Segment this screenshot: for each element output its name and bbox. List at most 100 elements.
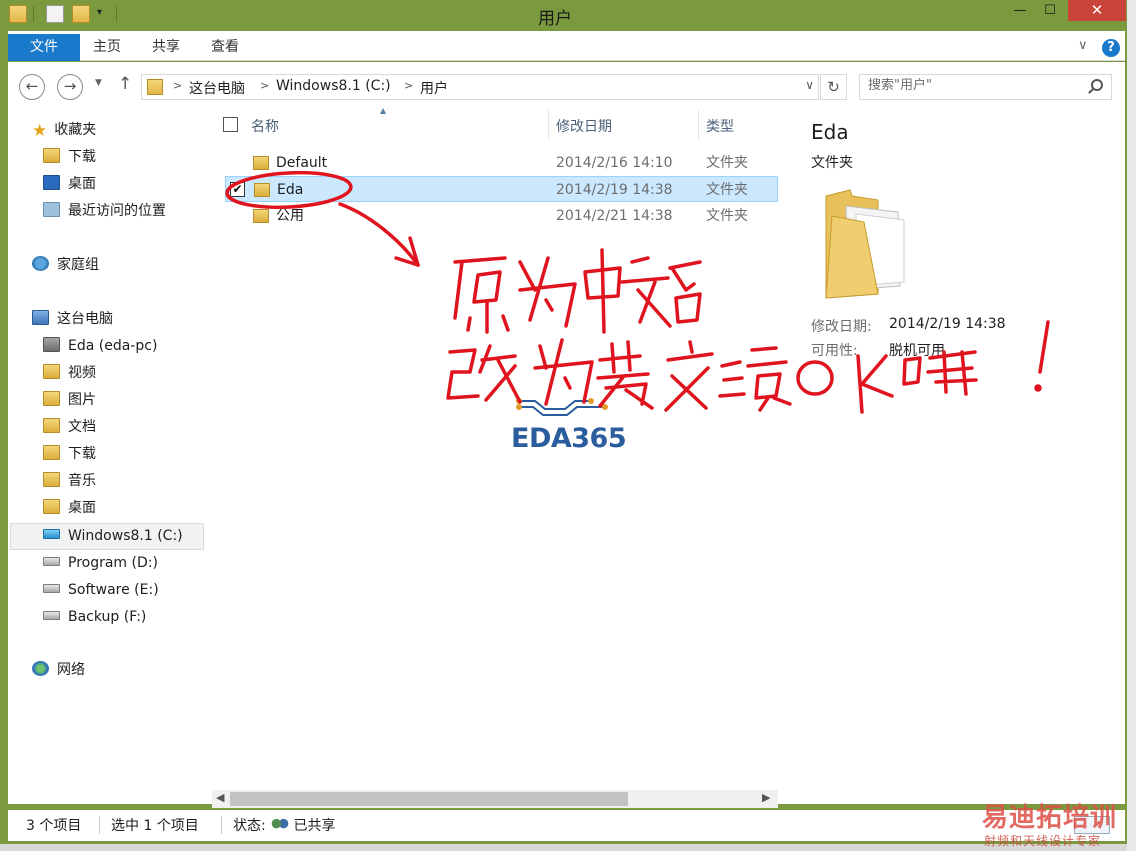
sidebar-item-label: Program (D:) — [68, 555, 158, 571]
search-box[interactable] — [859, 74, 1112, 100]
sidebar-item-label: 最近访问的位置 — [68, 203, 166, 219]
scroll-left-icon[interactable]: ◀ — [216, 791, 224, 804]
sidebar-item-label: 这台电脑 — [57, 311, 113, 327]
navigation-bar: ← → ▼ ↑ > 这台电脑 > Windows8.1 (C:) > 用户 ∨ … — [8, 62, 1125, 110]
divider — [548, 110, 549, 140]
sidebar-item-downloads[interactable]: 下载 — [43, 145, 96, 170]
modified-label: 修改日期: — [811, 319, 872, 335]
maximize-button[interactable]: ☐ — [1035, 0, 1065, 21]
star-icon: ★ — [32, 121, 48, 141]
table-row[interactable]: Default 2014/2/16 14:10 文件夹 — [226, 150, 778, 176]
desktop-icon — [43, 175, 60, 190]
file-type: 文件夹 — [706, 155, 748, 171]
sidebar-item-label: Windows8.1 (C:) — [68, 528, 183, 544]
column-name[interactable]: 名称 — [251, 116, 279, 136]
shared-status-text: 已共享 — [293, 818, 336, 834]
sidebar-item-drive-f[interactable]: Backup (F:) — [43, 605, 146, 630]
help-icon[interactable]: ? — [1102, 39, 1120, 57]
file-type: 文件夹 — [706, 182, 748, 198]
drive-icon — [43, 557, 60, 566]
sidebar-item-videos[interactable]: 视频 — [43, 361, 96, 386]
breadcrumb-separator[interactable]: > — [173, 79, 182, 92]
sidebar-item-drive-c[interactable]: Windows8.1 (C:) — [43, 524, 183, 549]
sidebar-item-label: 音乐 — [68, 473, 96, 489]
tab-share[interactable]: 共享 — [152, 34, 180, 61]
sidebar-item-user-eda[interactable]: Eda (eda-pc) — [43, 334, 157, 359]
file-name: Default — [276, 155, 328, 171]
column-date-modified[interactable]: 修改日期 — [556, 116, 612, 136]
breadcrumb-separator[interactable]: > — [404, 79, 413, 92]
sidebar-item-label: 图片 — [68, 392, 96, 408]
sidebar-item-label: 网络 — [57, 662, 85, 678]
select-all-checkbox[interactable] — [223, 117, 238, 132]
forward-button[interactable]: → — [57, 74, 83, 100]
tab-file[interactable]: 文件 — [8, 34, 80, 61]
navigation-pane: ★ 收藏夹 下载 桌面 最近访问的位置 家庭组 这台电脑 Eda (eda-pc)… — [8, 110, 208, 804]
breadcrumb-this-pc[interactable]: 这台电脑 — [189, 78, 245, 98]
folder-icon — [147, 79, 163, 95]
sidebar-item-desktop[interactable]: 桌面 — [43, 172, 96, 197]
window-title: 用户 — [538, 9, 572, 29]
download-folder-icon — [43, 148, 60, 163]
folder-icon — [253, 209, 269, 223]
scroll-right-icon[interactable]: ▶ — [762, 791, 770, 804]
horizontal-scrollbar[interactable]: ◀ ▶ — [212, 790, 778, 808]
sidebar-item-this-pc[interactable]: 这台电脑 — [32, 307, 113, 332]
sidebar-item-music[interactable]: 音乐 — [43, 469, 96, 494]
sidebar-item-recent-places[interactable]: 最近访问的位置 — [43, 199, 166, 224]
row-checkbox[interactable]: ✔ — [230, 182, 245, 197]
sidebar-item-network[interactable]: 网络 — [32, 658, 85, 683]
sidebar-item-drive-d[interactable]: Program (D:) — [43, 551, 158, 576]
windows-drive-icon — [43, 529, 60, 539]
back-button[interactable]: ← — [19, 74, 45, 100]
tab-home[interactable]: 主页 — [93, 34, 121, 61]
file-list: ▲ 名称 修改日期 类型 Default 2014/2/16 14:10 文件夹… — [208, 106, 780, 808]
sidebar-item-label: 桌面 — [68, 500, 96, 516]
sidebar-item-favorites[interactable]: ★ 收藏夹 — [32, 118, 96, 143]
breadcrumb-users[interactable]: 用户 — [420, 78, 448, 98]
file-name: 公用 — [276, 208, 304, 224]
breadcrumb-separator[interactable]: > — [260, 79, 269, 92]
scrollbar-thumb[interactable] — [230, 792, 628, 806]
watermark-title: 易迪拓培训 — [982, 803, 1118, 833]
tab-view[interactable]: 查看 — [211, 34, 239, 61]
circuit-trace-icon — [516, 398, 608, 416]
sidebar-item-drive-e[interactable]: Software (E:) — [43, 578, 159, 603]
watermark-subtitle: 射频和天线设计专家 — [984, 834, 1102, 848]
file-type: 文件夹 — [706, 208, 748, 224]
divider — [221, 816, 222, 834]
music-folder-icon — [43, 472, 60, 487]
computer-icon — [32, 310, 49, 325]
recent-locations-dropdown-icon[interactable]: ▼ — [95, 78, 102, 88]
sidebar-item-pictures[interactable]: 图片 — [43, 388, 96, 413]
eda365-logo-text: EDA365 — [511, 423, 627, 454]
table-row[interactable]: ✔ Eda 2014/2/19 14:38 文件夹 — [225, 176, 778, 202]
address-bar[interactable]: > 这台电脑 > Windows8.1 (C:) > 用户 ∨ — [141, 74, 819, 100]
sidebar-item-homegroup[interactable]: 家庭组 — [32, 253, 99, 278]
sidebar-item-label: 下载 — [68, 149, 96, 165]
expand-ribbon-icon[interactable]: ∨ — [1078, 38, 1088, 53]
details-name: Eda — [811, 120, 849, 144]
minimize-button[interactable]: — — [1005, 0, 1035, 21]
up-button[interactable]: ↑ — [118, 74, 132, 94]
selected-count: 选中 1 个项目 — [111, 818, 199, 834]
close-button[interactable]: ✕ — [1068, 0, 1126, 21]
search-icon[interactable] — [1091, 79, 1103, 91]
column-type[interactable]: 类型 — [706, 116, 734, 136]
breadcrumb-drive-c[interactable]: Windows8.1 (C:) — [276, 78, 391, 94]
sidebar-item-documents[interactable]: 文档 — [43, 415, 96, 440]
availability-value: 脱机可用 — [889, 343, 945, 359]
availability-label: 可用性: — [811, 343, 858, 359]
sort-ascending-icon: ▲ — [380, 106, 387, 115]
sidebar-item-label: 收藏夹 — [54, 122, 97, 138]
sidebar-item-downloads-pc[interactable]: 下载 — [43, 442, 96, 467]
details-pane: Eda 文件夹 修改日期: 2014/2/19 14:38 可用性: 脱机可用 — [780, 110, 1125, 804]
refresh-button[interactable]: ↻ — [820, 74, 847, 100]
search-input[interactable] — [868, 78, 1078, 93]
folder-icon — [254, 183, 270, 197]
address-history-dropdown-icon[interactable]: ∨ — [805, 78, 814, 92]
sidebar-item-desktop-pc[interactable]: 桌面 — [43, 496, 96, 521]
divider — [99, 816, 100, 834]
table-row[interactable]: 公用 2014/2/21 14:38 文件夹 — [226, 203, 778, 229]
sidebar-item-label: 文档 — [68, 419, 96, 435]
